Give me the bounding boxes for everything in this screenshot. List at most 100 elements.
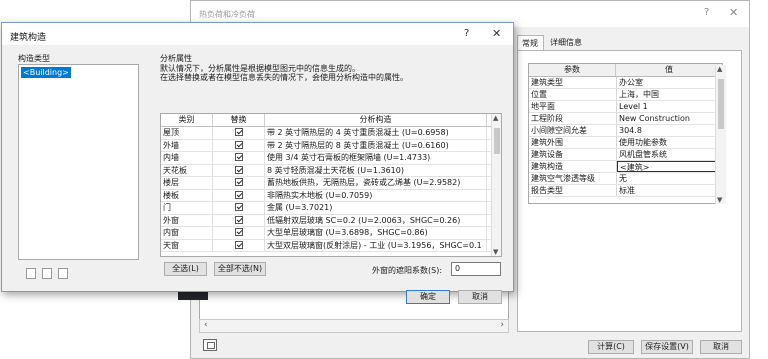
building-construction-dialog: 建筑构造 ? ✕ 构造类型 <Building> 分析属性 默认情况下，分析属性…	[1, 22, 514, 304]
override-cell	[213, 139, 265, 151]
select-all-button[interactable]: 全选(L)	[164, 262, 207, 276]
property-value[interactable]: 304.8	[617, 125, 722, 136]
property-name: 地平面	[529, 101, 617, 112]
property-value[interactable]: New Construction	[617, 113, 722, 124]
property-value[interactable]: 标准	[617, 185, 722, 196]
property-value[interactable]: <建筑>	[617, 161, 722, 172]
back-help-button[interactable]: ?	[704, 7, 709, 18]
property-row[interactable]: 地平面 Level 1	[529, 101, 722, 113]
construction-cell[interactable]: 蓄热地板供热，无隔热层，瓷砖或乙烯基 (U=2.9582)	[265, 177, 487, 189]
category-cell: 内窗	[161, 227, 213, 239]
scroll-right-icon[interactable]: ›	[500, 320, 504, 330]
property-value[interactable]: 使用功能参数	[617, 137, 722, 148]
save-settings-button[interactable]: 保存设置(V)	[641, 340, 693, 354]
property-row[interactable]: 建筑构造 <建筑>	[529, 161, 722, 173]
back-cancel-button[interactable]: 取消	[700, 340, 742, 354]
close-button[interactable]: ✕	[492, 27, 501, 40]
category-cell: 天窗	[161, 239, 213, 251]
construction-cell[interactable]: 带 2 英寸隔热层的 8 英寸重质混凝土 (U=0.6160)	[265, 139, 487, 151]
construction-cell[interactable]: 大型单层玻璃窗 (U=3.6898，SHGC=0.86)	[265, 227, 487, 239]
construction-cell[interactable]: 使用 3/4 英寸石膏板的框架隔墙 (U=1.4733)	[265, 152, 487, 164]
property-row[interactable]: 建筑空气渗透等级 无	[529, 173, 722, 185]
cancel-button[interactable]: 取消	[458, 290, 502, 304]
property-name: 工程阶段	[529, 113, 617, 124]
back-close-button[interactable]: ✕	[729, 6, 738, 19]
general-tab-panel: 参数 值 建筑类型 办公室 位置 上海，中国 地平面 Level 1 工程阶段 …	[517, 50, 742, 332]
new-type-icon[interactable]	[26, 268, 36, 279]
analysis-description-2: 在选择替换或者在模型信息丢失的情况下，会使用分析构造中的属性。	[160, 73, 408, 82]
scroll-thumb[interactable]	[494, 128, 500, 154]
property-row[interactable]: 报告类型 标准	[529, 185, 722, 197]
category-column-header: 类别	[161, 114, 213, 126]
shading-coefficient-input[interactable]: 0	[451, 262, 501, 276]
property-row[interactable]: 建筑类型 办公室	[529, 77, 722, 89]
help-button[interactable]: ?	[464, 28, 469, 39]
override-cell	[213, 164, 265, 176]
construction-grid: 类别 替换 分析构造 屋顶 带 2 英寸隔热层的 4 英寸重质混凝土 (U=0.…	[160, 113, 502, 257]
scroll-left-icon[interactable]: ‹	[204, 320, 208, 330]
override-checkbox[interactable]	[234, 128, 243, 136]
tab-general[interactable]: 常规	[517, 35, 544, 51]
override-checkbox[interactable]	[234, 178, 243, 186]
override-checkbox[interactable]	[234, 190, 243, 199]
property-row[interactable]: 建筑外围 使用功能参数	[529, 137, 722, 149]
property-name: 建筑构造	[529, 161, 617, 172]
construction-cell[interactable]: 大型双层玻璃窗(反射涂层) - 工业 (U=3.1956，SHGC=0.1	[265, 239, 487, 251]
override-checkbox[interactable]	[234, 153, 243, 161]
table-row: 天花板 8 英寸轻质混凝土天花板 (U=1.3610)	[161, 164, 501, 177]
category-cell: 楼板	[161, 189, 213, 201]
scroll-down-icon[interactable]: ▼	[717, 196, 722, 204]
override-checkbox[interactable]	[234, 165, 243, 174]
construction-cell[interactable]: 带 2 英寸隔热层的 4 英寸重质混凝土 (U=0.6958)	[265, 127, 487, 139]
property-value[interactable]: 无	[617, 173, 722, 184]
properties-grid: 参数 值 建筑类型 办公室 位置 上海，中国 地平面 Level 1 工程阶段 …	[528, 63, 723, 204]
table-row: 屋顶 带 2 英寸隔热层的 4 英寸重质混凝土 (U=0.6958)	[161, 127, 501, 140]
property-value[interactable]: 办公室	[617, 77, 722, 88]
construction-cell[interactable]: 金属 (U=3.7021)	[265, 202, 487, 214]
construction-type-item[interactable]: <Building>	[21, 67, 71, 78]
construction-column-header: 分析构造	[265, 114, 487, 126]
property-row[interactable]: 小间隙空间允差 304.8	[529, 125, 722, 137]
value-column-header: 值	[665, 65, 674, 74]
override-cell	[213, 189, 265, 201]
property-row[interactable]: 建筑设备 风机盘管系统	[529, 149, 722, 161]
table-row: 内墙 使用 3/4 英寸石膏板的框架隔墙 (U=1.4733)	[161, 152, 501, 165]
construction-cell[interactable]: 低辐射双层玻璃 SC=0.2 (U=2.0063，SHGC=0.26)	[265, 214, 487, 226]
duplicate-type-icon[interactable]	[42, 268, 52, 279]
table-row: 外墙 带 2 英寸隔热层的 8 英寸重质混凝土 (U=0.6160)	[161, 139, 501, 152]
scroll-up-icon[interactable]: ▲	[717, 65, 722, 73]
table-row: 门 金属 (U=3.7021)	[161, 202, 501, 215]
view-toggle-icon[interactable]	[203, 339, 217, 351]
grid-scrollbar[interactable]: ▲ ▼	[491, 114, 501, 256]
property-row[interactable]: 工程阶段 New Construction	[529, 113, 722, 125]
construction-cell[interactable]: 8 英寸轻质混凝土天花板 (U=1.3610)	[265, 164, 487, 176]
view-horizontal-scrollbar[interactable]: ‹ ›	[199, 319, 509, 333]
property-name: 报告类型	[529, 185, 617, 196]
select-none-button[interactable]: 全部不选(N)	[214, 262, 266, 276]
construction-cell[interactable]: 非隔热实木地板 (U=0.7059)	[265, 189, 487, 201]
property-name: 建筑设备	[529, 149, 617, 160]
override-checkbox[interactable]	[234, 203, 243, 211]
calculate-button[interactable]: 计算(C)	[588, 340, 634, 354]
table-row: 天窗 大型双层玻璃窗(反射涂层) - 工业 (U=3.1956，SHGC=0.1	[161, 239, 501, 252]
property-value[interactable]: 风机盘管系统	[617, 149, 722, 160]
construction-type-list[interactable]: <Building>	[18, 64, 139, 260]
tab-details[interactable]: 详细信息	[546, 35, 586, 51]
scroll-down-icon[interactable]: ▼	[493, 248, 498, 256]
property-value[interactable]: Level 1	[617, 101, 722, 112]
scroll-thumb[interactable]	[718, 79, 724, 129]
property-value[interactable]: 上海，中国	[617, 89, 722, 100]
override-checkbox[interactable]	[234, 140, 243, 149]
override-checkbox[interactable]	[234, 240, 243, 249]
grid-header: 类别 替换 分析构造	[161, 114, 501, 127]
property-row[interactable]: 位置 上海，中国	[529, 89, 722, 101]
scroll-up-icon[interactable]: ▲	[493, 114, 498, 122]
properties-scrollbar[interactable]: ▲ ▼	[715, 65, 726, 204]
override-checkbox[interactable]	[234, 228, 243, 236]
override-cell	[213, 227, 265, 239]
ok-button[interactable]: 确定	[406, 290, 450, 304]
property-name: 位置	[529, 89, 617, 100]
rename-type-icon[interactable]	[58, 268, 68, 279]
override-checkbox[interactable]	[234, 215, 243, 224]
override-cell	[213, 239, 265, 251]
